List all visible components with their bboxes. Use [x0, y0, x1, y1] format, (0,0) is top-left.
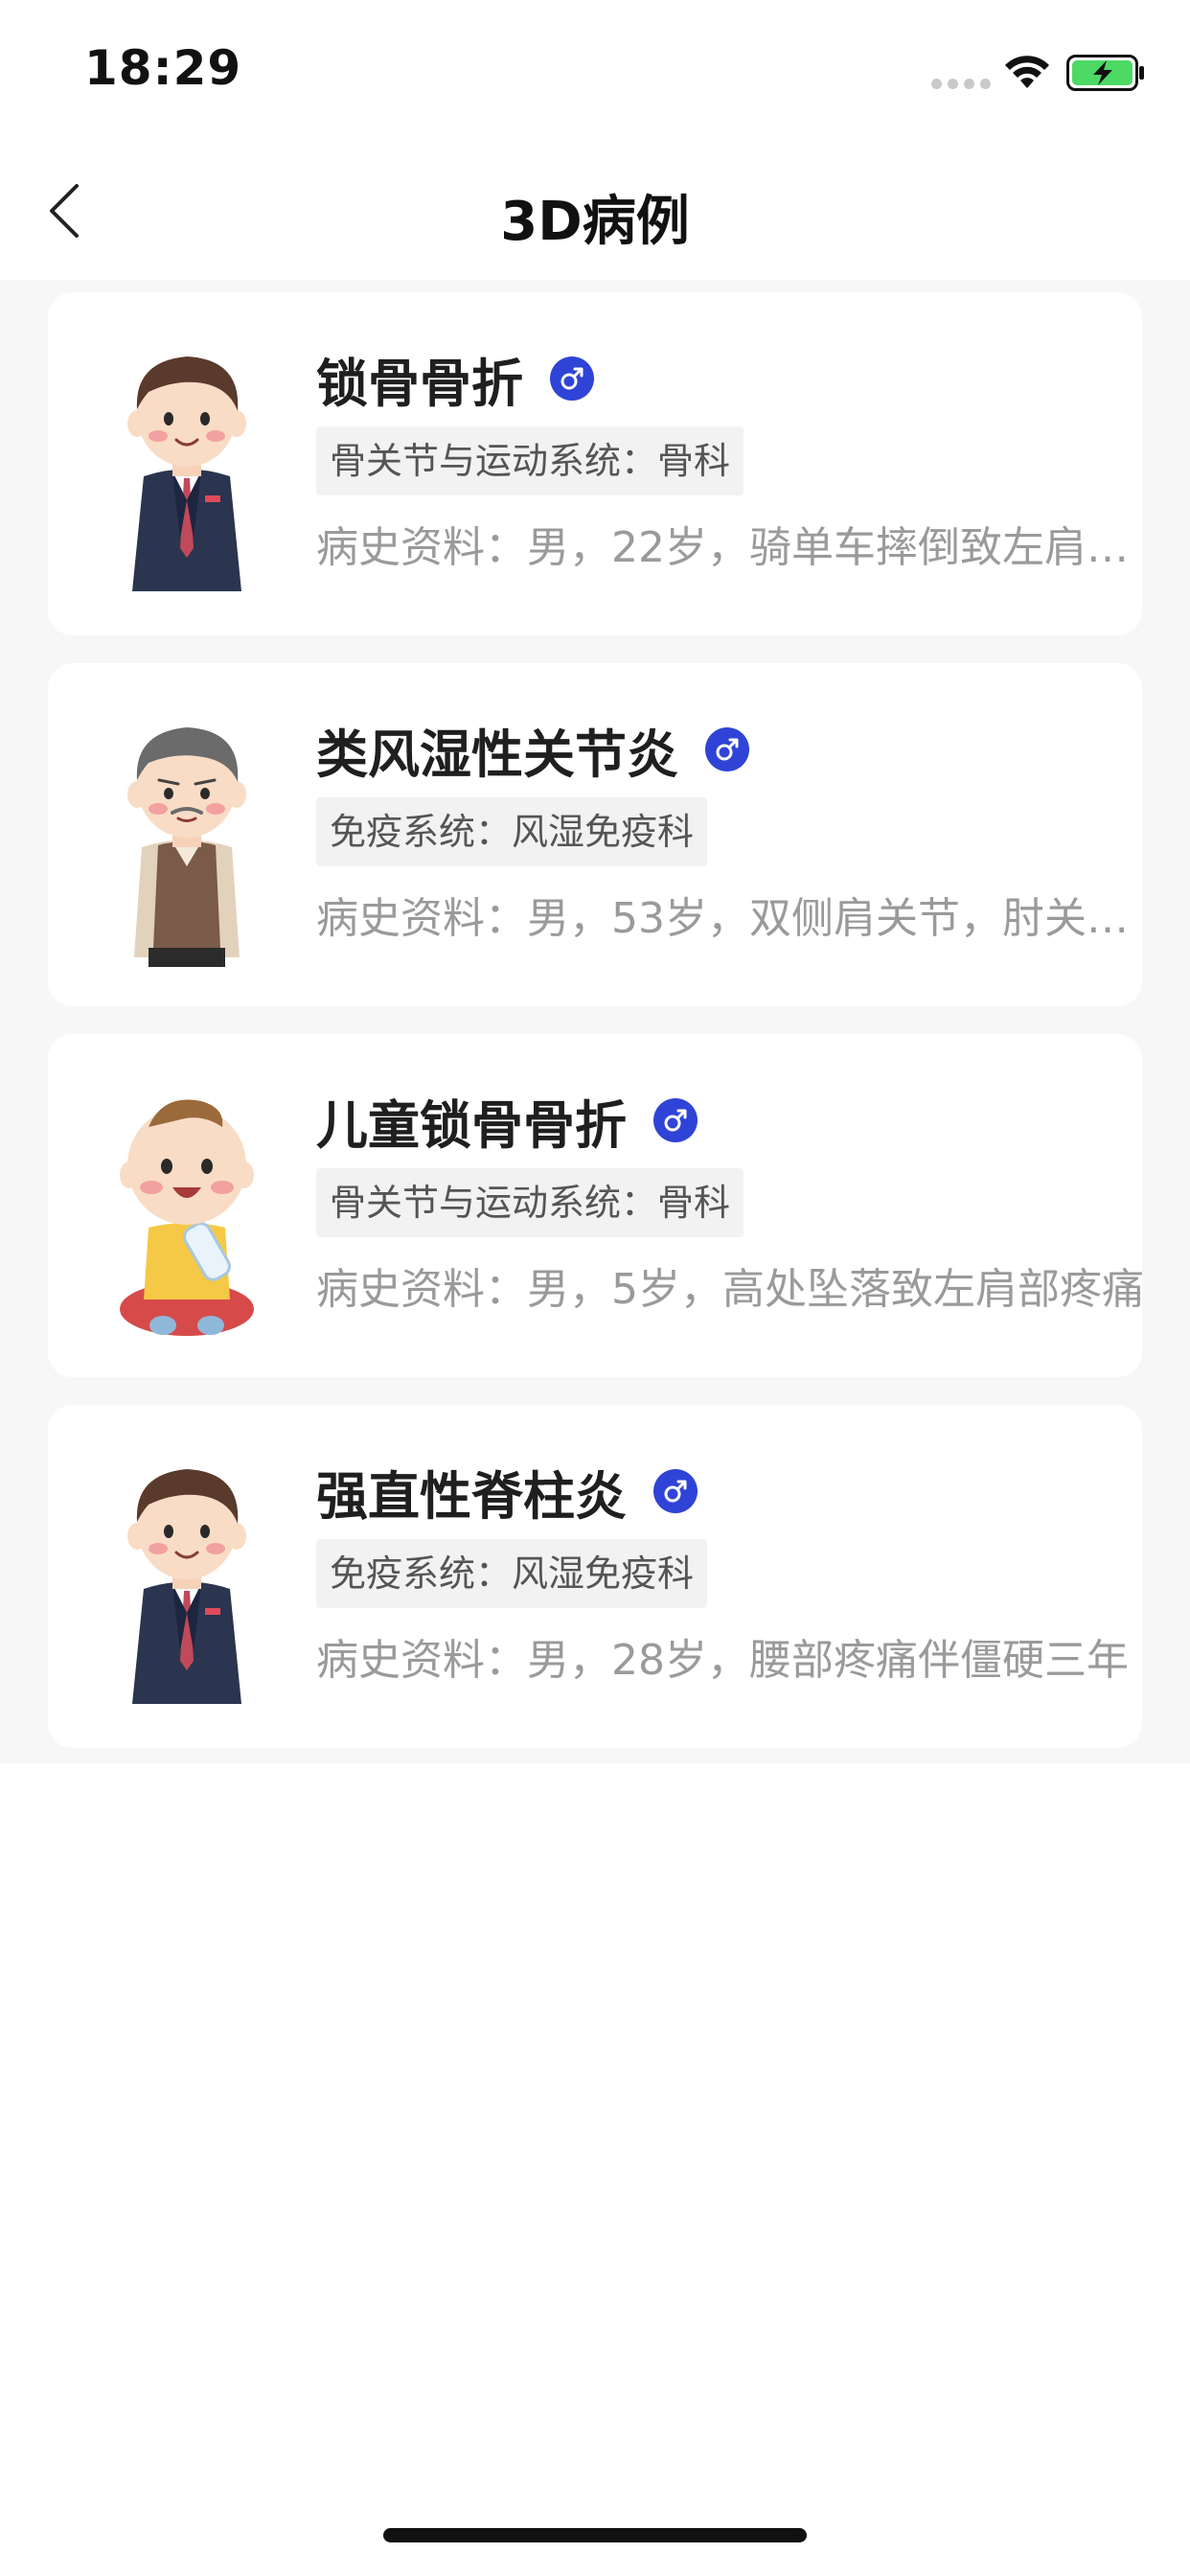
older-man-in-vest-avatar [127, 727, 246, 967]
case-card-rheumatoid-arthritis[interactable]: 类风湿性关节炎 免疫系统：风湿免疫科 病史资料：男，53岁，双侧肩关节，肘关节疼… [48, 663, 1150, 1006]
case-title: 类风湿性关节炎 [316, 724, 678, 785]
man-in-suit-avatar [127, 356, 246, 591]
case-card-clavicle-fracture[interactable]: 锁骨骨折 骨关节与运动系统：骨科 病史资料：男，22岁，骑单车摔倒致左肩部疼痛 [48, 292, 1150, 635]
case-card-ankylosing-spondylitis[interactable]: 强直性脊柱炎 免疫系统：风湿免疫科 病史资料：男，28岁，腰部疼痛伴僵硬三年 [48, 1405, 1142, 1748]
department-tag: 骨关节与运动系统：骨科 [316, 1168, 744, 1237]
baby-with-bottle-avatar [120, 1099, 254, 1336]
male-icon [653, 1098, 698, 1142]
case-history: 病史资料：男，28岁，腰部疼痛伴僵硬三年 [316, 1636, 1129, 1685]
case-history: 病史资料：男，5岁，高处坠落致左肩部疼痛 [316, 1265, 1144, 1314]
department-tag: 免疫系统：风湿免疫科 [316, 797, 708, 866]
status-time: 18:29 [84, 40, 242, 96]
male-icon [550, 356, 594, 401]
case-title: 强直性脊柱炎 [316, 1465, 627, 1527]
case-list: 锁骨骨折 骨关节与运动系统：骨科 病史资料：男，22岁，骑单车摔倒致左肩部疼痛 [0, 280, 1190, 1763]
status-bar: 18:29 [0, 0, 1190, 144]
case-card-child-clavicle-fracture[interactable]: 儿童锁骨骨折 骨关节与运动系统：骨科 病史资料：男，5岁，高处坠落致左肩部疼痛 [48, 1034, 1144, 1377]
case-history: 病史资料：男，53岁，双侧肩关节，肘关节疼痛 [316, 894, 1150, 943]
signal-icon [931, 79, 991, 89]
case-history: 病史资料：男，22岁，骑单车摔倒致左肩部疼痛 [316, 523, 1150, 572]
battery-charging-icon [1066, 55, 1144, 91]
department-tag: 骨关节与运动系统：骨科 [316, 426, 744, 495]
case-title: 锁骨骨折 [316, 353, 523, 414]
man-in-suit-avatar [127, 1469, 246, 1704]
male-icon [653, 1469, 698, 1513]
home-indicator[interactable] [383, 2528, 807, 2542]
wifi-icon [1005, 56, 1049, 88]
page-title: 3D病例 [500, 191, 690, 253]
navigation-bar: 3D病例 [0, 144, 1190, 280]
department-tag: 免疫系统：风湿免疫科 [316, 1539, 708, 1608]
case-title: 儿童锁骨骨折 [316, 1094, 627, 1156]
male-icon [705, 727, 749, 771]
